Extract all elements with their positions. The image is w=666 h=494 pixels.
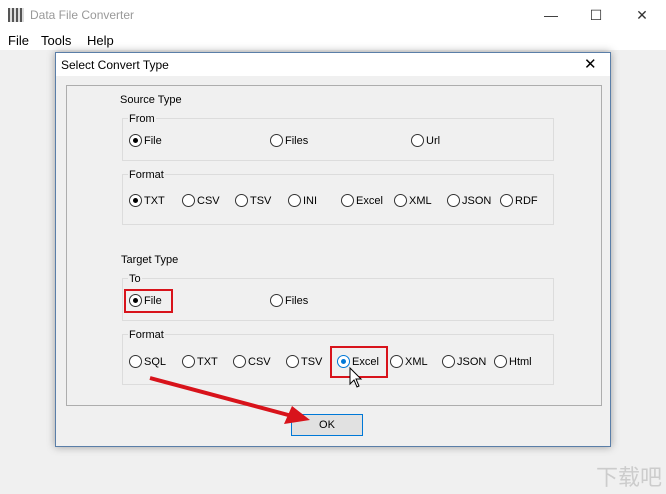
mouse-cursor-icon — [349, 366, 363, 388]
annotation-overlay — [149, 366, 363, 424]
watermark: 下载吧 — [595, 465, 662, 490]
annotation-arrow — [149, 376, 293, 418]
